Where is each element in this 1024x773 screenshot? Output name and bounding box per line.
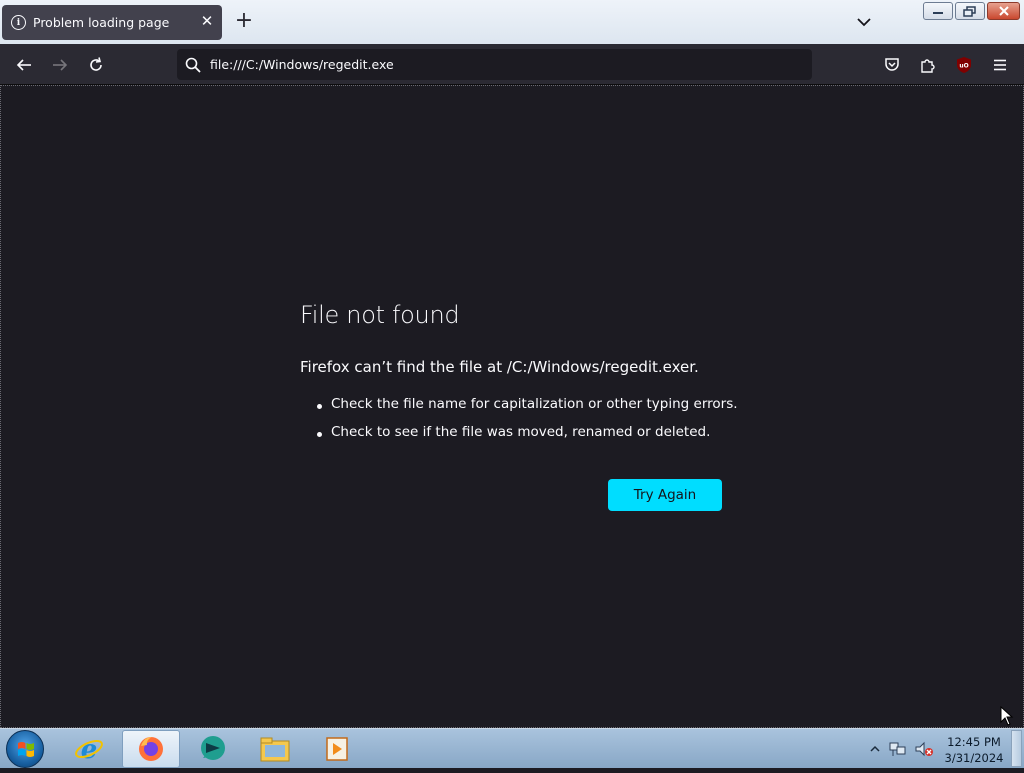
windows-logo-icon [18, 742, 34, 757]
media-player-icon [326, 737, 348, 761]
ublock-icon: uO [957, 57, 971, 73]
start-button[interactable] [6, 730, 44, 768]
pocket-icon [885, 58, 899, 71]
reload-icon [90, 57, 102, 71]
minimize-icon [933, 12, 943, 14]
error-description: Firefox can’t find the file at /C:/Windo… [300, 358, 699, 376]
error-page: File not found Firefox can’t find the fi… [0, 85, 1024, 728]
menu-icon [994, 59, 1006, 71]
taskbar: e 12:45 PM 3/31/2024 [0, 728, 1024, 768]
back-icon [16, 59, 31, 71]
taskbar-firefox[interactable] [122, 730, 180, 768]
suggestion-list: Check the file name for capitalization o… [317, 396, 738, 452]
window-controls [923, 2, 1020, 20]
ublock-button[interactable]: uO [952, 53, 976, 77]
info-icon: i [11, 15, 26, 30]
close-tab-icon[interactable]: ✕ [200, 14, 214, 29]
url-input[interactable] [210, 57, 790, 72]
error-title: File not found [300, 301, 460, 329]
app-menu-button[interactable] [988, 53, 1012, 77]
list-item: Check to see if the file was moved, rena… [317, 424, 738, 452]
reload-button[interactable] [84, 53, 108, 77]
close-window-button[interactable] [987, 2, 1020, 20]
search-icon [185, 57, 201, 73]
mouse-cursor-icon [1000, 706, 1014, 726]
firefox-icon [139, 737, 163, 761]
file-explorer-icon [260, 737, 290, 762]
restore-icon [963, 5, 976, 17]
navigation-toolbar: uO [0, 44, 1024, 85]
tab-strip: i Problem loading page ✕ + [0, 0, 1024, 44]
volume-muted-icon[interactable] [914, 741, 934, 757]
extensions-button[interactable] [916, 53, 940, 77]
try-again-button[interactable]: Try Again [608, 479, 722, 511]
forward-button[interactable] [48, 53, 72, 77]
new-tab-button[interactable]: + [234, 10, 254, 32]
show-hidden-icons-icon[interactable] [870, 745, 880, 753]
minimize-button[interactable] [923, 2, 953, 20]
back-button[interactable] [12, 53, 36, 77]
clock-time: 12:45 PM [947, 735, 1001, 749]
system-clock[interactable]: 12:45 PM 3/31/2024 [935, 734, 1013, 766]
tab-problem-loading[interactable]: i Problem loading page ✕ [2, 5, 222, 40]
forward-icon [53, 59, 68, 71]
close-icon [998, 6, 1009, 16]
taskbar-internet-explorer[interactable]: e [60, 730, 118, 768]
taskbar-file-explorer[interactable] [246, 730, 304, 768]
chat-app-icon [201, 736, 225, 760]
chevron-down-icon[interactable] [855, 13, 873, 31]
network-icon[interactable] [889, 741, 907, 757]
restore-button[interactable] [955, 2, 985, 20]
tab-title: Problem loading page [33, 15, 170, 30]
internet-explorer-icon: e [75, 735, 103, 764]
url-bar[interactable] [177, 49, 812, 80]
list-item: Check the file name for capitalization o… [317, 396, 738, 424]
pocket-button[interactable] [880, 53, 904, 77]
svg-text:uO: uO [959, 63, 968, 70]
show-desktop-button[interactable] [1011, 730, 1022, 767]
clock-date: 3/31/2024 [944, 751, 1004, 765]
svg-text:e: e [81, 735, 98, 764]
taskbar-chat-app[interactable] [184, 730, 242, 768]
taskbar-media-player[interactable] [308, 730, 366, 768]
extensions-icon [921, 59, 935, 73]
